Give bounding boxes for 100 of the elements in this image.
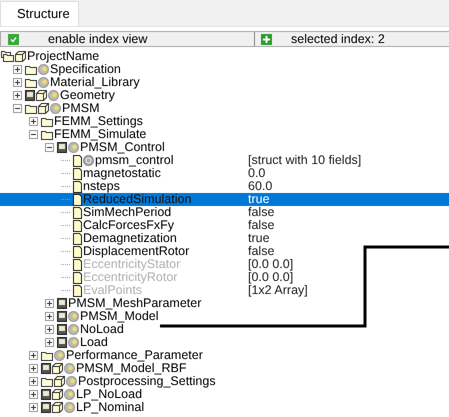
folder-icon (25, 64, 37, 74)
circle-icon (64, 363, 75, 374)
cube-icon (52, 402, 63, 413)
tree-row[interactable]: LP_Nominal (0, 401, 449, 414)
node-label: Specification (50, 63, 121, 76)
node-value: false (248, 219, 274, 232)
tree-row[interactable]: PMSM_Model_RBF (0, 362, 449, 375)
tree-row[interactable]: PMSM_MeshParameter (0, 297, 449, 310)
node-label: pmsm_control (95, 154, 174, 167)
structure-tab[interactable]: Structure (0, 1, 79, 26)
selected-index-label: selected index: 2 (291, 32, 385, 46)
circle-icon (68, 337, 79, 348)
tree-row[interactable]: ReducedSimulation true (0, 193, 449, 206)
node-value: true (248, 193, 270, 206)
tree-row[interactable]: PMSM_Control (0, 141, 449, 154)
expand-icon[interactable] (45, 325, 54, 334)
document-icon (25, 90, 35, 101)
node-label: NoLoad (80, 323, 124, 336)
page-icon (73, 232, 82, 244)
folder-icon (41, 376, 53, 386)
circle-icon (38, 64, 49, 75)
node-label: PMSM (62, 102, 100, 115)
node-value: 0.0 (248, 167, 266, 180)
node-label: EccentricityStator (83, 258, 180, 271)
node-value: [0.0 0.0] (248, 258, 294, 271)
folder-icon (25, 104, 37, 114)
tree-row[interactable]: DisplacementRotor false (0, 245, 449, 258)
checkbox[interactable] (8, 34, 19, 44)
folder-icon (41, 116, 53, 126)
expand-icon[interactable] (29, 351, 38, 360)
node-label: PMSM_Model_RBF (76, 362, 186, 375)
node-label: FEMM_Settings (54, 115, 143, 128)
node-label: Geometry (60, 89, 115, 102)
document-icon (57, 142, 67, 153)
document-icon (57, 337, 67, 348)
tree-row[interactable]: PMSM_Model (0, 310, 449, 323)
expand-icon[interactable] (29, 364, 38, 373)
tree-row[interactable]: Load (0, 336, 449, 349)
collapse-icon[interactable] (29, 130, 38, 139)
tree-row[interactable]: Material_Library (0, 76, 449, 89)
expand-icon[interactable] (29, 117, 38, 126)
folder-icon (1, 51, 14, 62)
cube-icon (36, 90, 47, 101)
cube-icon (54, 376, 65, 387)
tree-row[interactable]: LP_NoLoad (0, 388, 449, 401)
tree-row[interactable]: Demagnetization true (0, 232, 449, 245)
tree-row[interactable]: NoLoad (0, 323, 449, 336)
page-icon (73, 168, 82, 180)
tree-row[interactable]: Geometry (0, 89, 449, 102)
circle-icon (64, 389, 75, 400)
plus-icon[interactable] (261, 34, 272, 44)
page-icon (73, 258, 82, 270)
expand-icon[interactable] (29, 403, 38, 412)
circle-icon (64, 402, 75, 413)
collapse-icon[interactable] (45, 143, 54, 152)
collapse-icon[interactable] (13, 104, 22, 113)
tree-row[interactable]: CalcForcesFxFy false (0, 219, 449, 232)
node-label: SimMechPeriod (83, 206, 172, 219)
page-icon (73, 194, 82, 206)
expand-icon[interactable] (13, 91, 22, 100)
tree-row[interactable]: SimMechPeriod false (0, 206, 449, 219)
node-value: [0.0 0.0] (248, 271, 294, 284)
circle-icon (48, 90, 59, 101)
node-value: [struct with 10 fields] (248, 154, 362, 167)
node-label: EvalPoints (83, 284, 142, 297)
circle-icon (38, 77, 49, 88)
tree-row[interactable]: pmsm_control [struct with 10 fields] (0, 154, 449, 167)
page-icon (73, 246, 82, 258)
expand-icon[interactable] (45, 312, 54, 321)
tree-row[interactable]: PMSM (0, 102, 449, 115)
tree-row[interactable]: Specification (0, 63, 449, 76)
node-label: EccentricityRotor (83, 271, 178, 284)
folder-icon (41, 130, 53, 140)
tree-row[interactable]: FEMM_Simulate (0, 128, 449, 141)
node-value: false (248, 245, 274, 258)
node-label: LP_NoLoad (76, 388, 142, 401)
expand-icon[interactable] (13, 65, 22, 74)
expand-icon[interactable] (29, 390, 38, 399)
document-icon (57, 298, 67, 309)
expand-icon[interactable] (45, 299, 54, 308)
node-label: ReducedSimulation (83, 193, 192, 206)
tree-row[interactable]: ProjectName (0, 50, 449, 63)
tree-row[interactable]: nsteps 60.0 (0, 180, 449, 193)
expand-icon[interactable] (29, 377, 38, 386)
page-icon (73, 220, 82, 232)
node-label: Demagnetization (83, 232, 177, 245)
page-icon (73, 272, 82, 284)
tree-row[interactable]: magnetostatic 0.0 (0, 167, 449, 180)
document-icon (41, 389, 51, 400)
cube-icon (52, 363, 63, 374)
cube-icon (52, 389, 63, 400)
node-label: magnetostatic (83, 167, 161, 180)
tree-row[interactable]: Postprocessing_Settings (0, 375, 449, 388)
tree-row[interactable]: FEMM_Settings (0, 115, 449, 128)
circle-icon (54, 350, 65, 361)
expand-icon[interactable] (13, 78, 22, 87)
document-icon (57, 311, 67, 322)
tree-row[interactable]: Performance_Parameter (0, 349, 449, 362)
node-label: nsteps (83, 180, 120, 193)
expand-icon[interactable] (45, 338, 54, 347)
